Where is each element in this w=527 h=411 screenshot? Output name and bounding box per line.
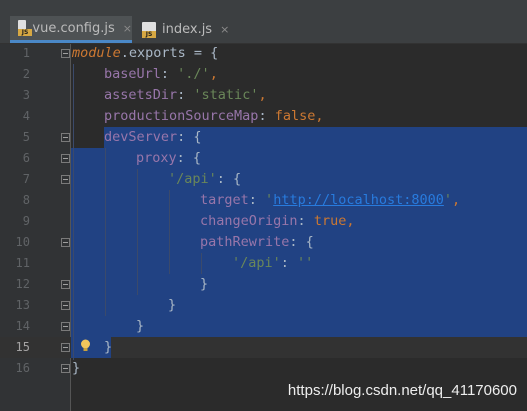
close-icon[interactable]: × [123,22,132,35]
tab-vue-config-js[interactable]: JS vue.config.js × [10,16,132,43]
editor-tab-bar: JS vue.config.js × JS index.js × [0,0,527,44]
js-file-icon: JS [142,21,156,38]
code-line[interactable]: module.exports = { [0,43,527,64]
code-line[interactable]: proxy: { [0,148,527,169]
code-line[interactable]: '/api': { [0,169,527,190]
code-line[interactable]: } [0,295,527,316]
tab-label: vue.config.js [32,20,115,36]
code-line[interactable]: } [0,274,527,295]
code-line[interactable]: target: 'http://localhost:8000', [0,190,527,211]
code-line[interactable]: changeOrigin: true, [0,211,527,232]
close-icon[interactable]: × [220,23,229,36]
watermark: https://blog.csdn.net/qq_41170600 [287,382,517,399]
code-line[interactable]: baseUrl: './', [0,64,527,85]
code-line[interactable]: '/api': '' [0,253,527,274]
lightbulb-icon[interactable] [80,339,91,352]
code-line[interactable]: assetsDir: 'static', [0,85,527,106]
code-line[interactable]: pathRewrite: { [0,232,527,253]
tab-index-js[interactable]: JS index.js × [134,16,244,43]
tab-label: index.js [162,22,213,37]
js-file-icon: JS [18,20,32,36]
code-line[interactable]: productionSourceMap: false, [0,106,527,127]
code-line[interactable]: devServer: { [0,127,527,148]
url-link[interactable]: http://localhost:8000 [273,192,444,208]
code-line[interactable]: } [0,358,527,379]
code-line[interactable]: } [0,316,527,337]
